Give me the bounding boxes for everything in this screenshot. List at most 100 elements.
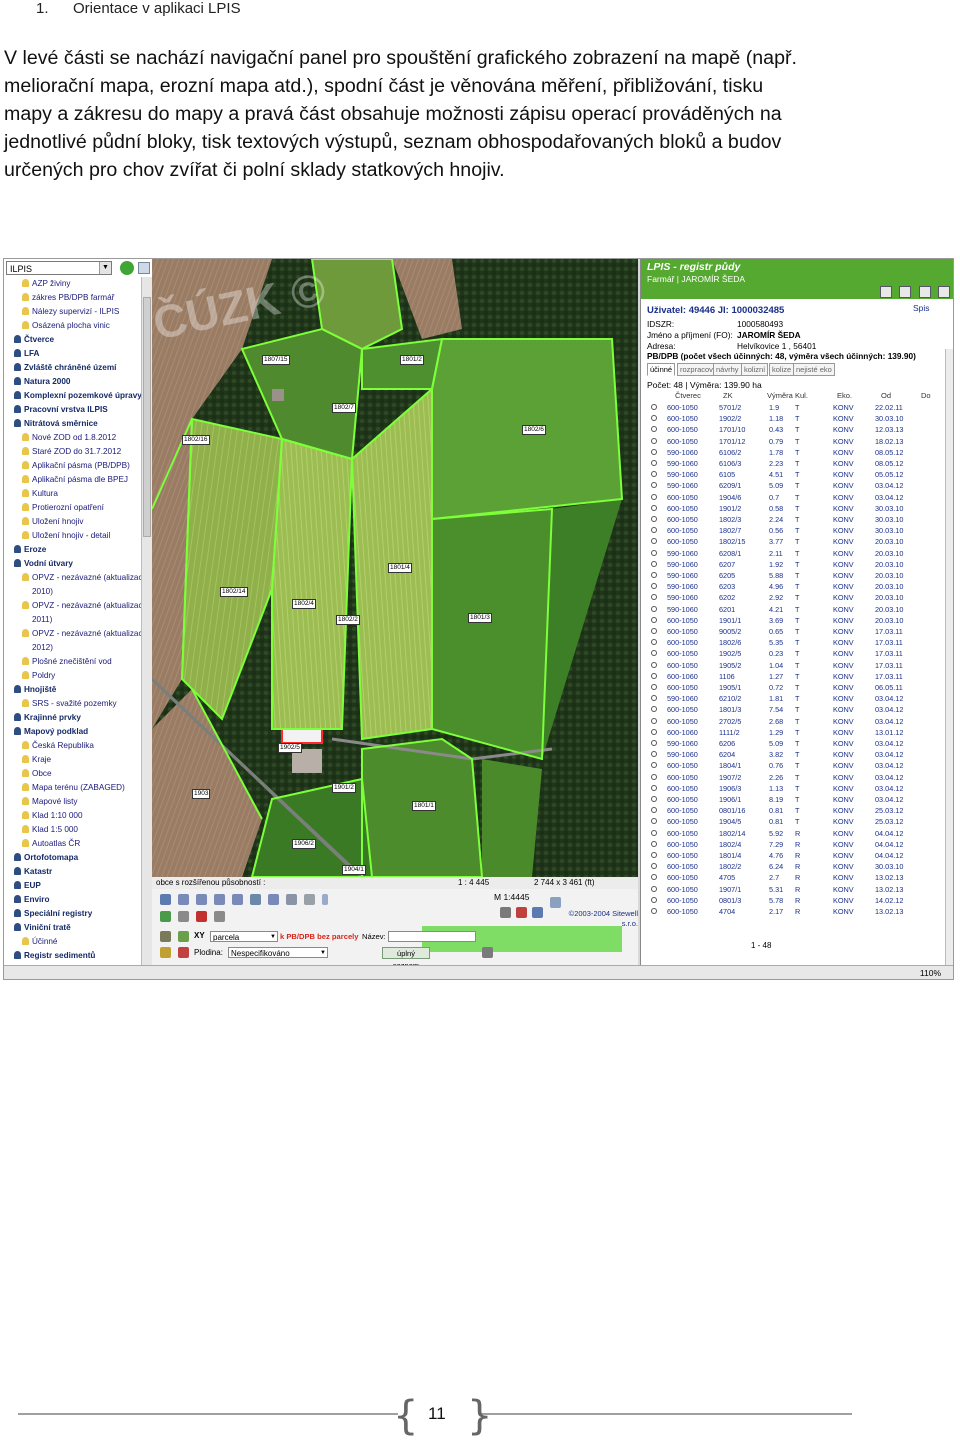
block-label[interactable]: 1801/2 [400, 355, 424, 365]
magnifier-icon[interactable] [651, 728, 657, 735]
layer-item[interactable]: 2011) [32, 613, 52, 626]
magnifier-icon[interactable] [651, 740, 657, 746]
layer-item[interactable]: Nitrátová směrnice [14, 417, 98, 430]
block-label[interactable]: 1802/14 [220, 587, 248, 597]
magnifier-icon[interactable] [651, 840, 657, 847]
table-row[interactable]: 590-1060 6203 4.96 T KONV 20.03.10 [645, 581, 941, 592]
table-row[interactable]: 600-1050 1701/10 0.43 T KONV 12.03.13 [645, 424, 941, 435]
magnifier-icon[interactable] [651, 504, 657, 511]
column-header[interactable]: ZK [723, 391, 733, 400]
layer-item[interactable]: Speciální registry [14, 907, 92, 920]
layer-item[interactable]: Osázená plocha vinic [22, 319, 110, 332]
edit-icon[interactable] [214, 911, 225, 922]
full-list-button[interactable]: úplný seznam [382, 947, 430, 970]
layer-item[interactable]: Mapa terénu (ZABAGED) [22, 781, 125, 794]
column-header[interactable]: Výměra [767, 391, 793, 400]
nav-scrollbar[interactable] [141, 277, 152, 965]
block-label[interactable]: 1906/2 [292, 839, 316, 849]
table-row[interactable]: 600-1050 1901/1 3.69 T KONV 20.03.10 [645, 615, 941, 626]
refresh-icon[interactable] [120, 261, 134, 275]
magnifier-icon[interactable] [651, 863, 657, 870]
print-icon[interactable] [304, 894, 315, 905]
magnifier-icon[interactable] [651, 896, 657, 903]
magnifier-icon[interactable] [651, 751, 657, 758]
table-row[interactable]: 600-1050 1701/12 0.79 T KONV 18.02.13 [645, 436, 941, 447]
layer-item[interactable]: Autoatlas ČR [22, 837, 80, 850]
print-map-icon[interactable] [500, 907, 511, 918]
tab-4[interactable]: kolize [769, 363, 795, 376]
magnifier-icon[interactable] [651, 684, 657, 690]
block-label[interactable]: 1802/16 [182, 435, 210, 445]
magnifier-icon[interactable] [651, 572, 657, 578]
magnifier-icon[interactable] [651, 448, 657, 455]
target-icon[interactable] [160, 911, 171, 922]
zoom-extent-icon[interactable] [232, 894, 243, 905]
magnifier-icon[interactable] [651, 706, 657, 713]
layer-item[interactable]: OPVZ - nezávazné (aktualizace [22, 627, 147, 640]
layer-item[interactable]: Nové ZOD od 1.8.2012 [22, 431, 116, 444]
block-label[interactable]: 1901/2 [332, 783, 356, 793]
layer-item[interactable]: Komplexní pozemkové úpravy [14, 389, 142, 402]
layer-item[interactable]: Účinné [22, 935, 58, 948]
layer-item[interactable]: Klad 1:5 000 [22, 823, 78, 836]
layer-item[interactable]: Registr sedimentů [14, 949, 95, 962]
block-label[interactable]: 1807/15 [262, 355, 290, 365]
table-row[interactable]: 600-1050 1907/2 2.26 T KONV 03.04.12 [645, 772, 941, 783]
table-row[interactable]: 590-1060 6205 5.88 T KONV 20.03.10 [645, 570, 941, 581]
magnifier-icon[interactable] [651, 616, 657, 623]
block-label[interactable]: 1904/1 [342, 865, 366, 875]
draw-icon[interactable] [178, 931, 189, 942]
layer-item[interactable]: Enviro [14, 893, 49, 906]
block-label[interactable]: 1802/2 [336, 615, 360, 625]
pencil-icon[interactable] [160, 931, 171, 942]
block-label[interactable]: 1802/4 [292, 599, 316, 609]
plant-icon[interactable] [160, 947, 171, 958]
layer-item[interactable]: AZP živiny [22, 277, 71, 290]
layer-item[interactable]: SRS - svažité pozemky [22, 697, 117, 710]
table-row[interactable]: 600-1050 1906/3 1.13 T KONV 03.04.12 [645, 783, 941, 794]
layer-item[interactable]: Staré ZOD do 31.7.2012 [22, 445, 121, 458]
table-row[interactable]: 600-1050 1802/15 3.77 T KONV 20.03.10 [645, 536, 941, 547]
table-row[interactable]: 600-1050 1902/2 1.18 T KONV 30.03.10 [645, 413, 941, 424]
table-row[interactable]: 600-1050 1802/3 2.24 T KONV 30.03.10 [645, 514, 941, 525]
layer-item[interactable]: OPVZ - nezávazné (aktualizace [22, 571, 147, 584]
layer-item[interactable]: Natura 2000 [14, 375, 70, 388]
layer-item[interactable]: Krajinné prvky [14, 711, 81, 724]
layer-item[interactable]: LFA [14, 347, 39, 360]
layer-item[interactable]: Mapový podklad [14, 725, 88, 738]
layer-group-select[interactable]: ILPIS ▼ [6, 261, 112, 275]
table-row[interactable]: 600-1050 1801/4 4.76 R KONV 04.04.12 [645, 850, 941, 861]
info-icon[interactable] [268, 894, 279, 905]
satellite-icon[interactable] [550, 897, 561, 908]
magnifier-icon[interactable] [651, 796, 657, 802]
magnifier-icon[interactable] [651, 560, 657, 567]
help-icon[interactable] [918, 286, 931, 298]
block-label[interactable]: 1802/7 [332, 403, 356, 413]
table-row[interactable]: 600-1050 1907/1 5.31 R KONV 13.02.13 [645, 884, 941, 895]
block-label[interactable]: 1802/6 [522, 425, 546, 435]
pan-icon[interactable] [250, 894, 261, 905]
table-row[interactable]: 600-1050 5701/2 1.9 T KONV 22.02.11 [645, 402, 941, 413]
table-row[interactable]: 600-1050 2702/5 2.68 T KONV 03.04.12 [645, 716, 941, 727]
layer-item[interactable]: Uložení hnojiv [22, 515, 83, 528]
trash-icon[interactable] [879, 286, 892, 298]
table-row[interactable]: 600-1050 1801/3 7.54 T KONV 03.04.12 [645, 704, 941, 715]
table-row[interactable]: 600-1050 1901/2 0.58 T KONV 30.03.10 [645, 503, 941, 514]
magnifier-icon[interactable] [651, 661, 657, 668]
table-row[interactable]: 590-1060 6201 4.21 T KONV 20.03.10 [645, 604, 941, 615]
layer-select[interactable]: parcela ▼ [210, 931, 278, 942]
table-row[interactable]: 600-1060 1111/2 1.29 T KONV 13.01.12 [645, 727, 941, 738]
magnifier-icon[interactable] [651, 695, 657, 702]
layer-item[interactable]: Obce [22, 767, 52, 780]
layer-item[interactable]: Zvláště chráněné území [14, 361, 116, 374]
plodina-select[interactable]: Nespecifikováno ▼ [228, 947, 328, 958]
layer-item[interactable]: OPVZ - nezávazné (aktualizace [22, 599, 147, 612]
layer-item[interactable]: Aplikační pásma dle BPEJ [22, 473, 128, 486]
layer-item[interactable]: zákres PB/DPB farmář [22, 291, 114, 304]
table-row[interactable]: 600-1050 0801/16 0.81 T KONV 25.03.12 [645, 805, 941, 816]
zoom-in-icon[interactable] [178, 894, 189, 905]
tab-5[interactable]: nejisté eko [793, 363, 835, 376]
layer-item[interactable]: Plošné znečištění vod [22, 655, 112, 668]
table-row[interactable]: 600-1050 1904/6 0.7 T KONV 03.04.12 [645, 492, 941, 503]
table-row[interactable]: 600-1050 4704 2.17 R KONV 13.02.13 [645, 906, 941, 917]
